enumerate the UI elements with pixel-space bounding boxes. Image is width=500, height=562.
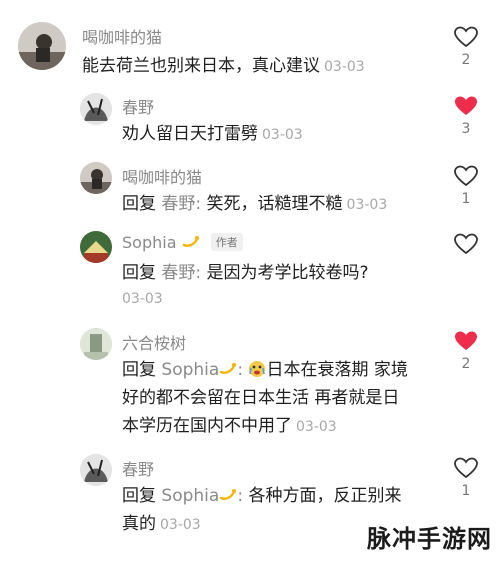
reply-mention[interactable]: Sophia (161, 360, 219, 380)
watermark-text: 脉冲手游网 (367, 526, 492, 553)
comment-author[interactable]: 春野 (122, 456, 154, 480)
comment-time: 03-03 (262, 127, 303, 143)
dizzy-emoji-icon (220, 489, 237, 500)
comment-content-line-1: 各种方面，反正别来 (248, 486, 402, 506)
reply-prefix: 回复 (122, 263, 156, 283)
comment-author[interactable]: 喝咖啡的猫 (122, 164, 202, 188)
avatar[interactable] (80, 328, 112, 360)
comment-time: 03-03 (160, 517, 201, 533)
like-heart-icon[interactable] (454, 457, 478, 479)
like-heart-icon[interactable] (454, 233, 478, 255)
reply-prefix: 回复 (122, 360, 156, 380)
reply-prefix: 回复 (122, 486, 156, 506)
comment-time: 03-03 (296, 419, 337, 435)
comment-content: 是因为考学比较卷吗? (206, 263, 369, 283)
comment-text: 回复 春野: 笑死，话糙理不糙 03-03 (122, 190, 442, 219)
comment-author[interactable]: 喝咖啡的猫 (82, 24, 162, 48)
comment-author[interactable]: 六合桉树 (122, 330, 186, 354)
comment-text: 回复 Sophia : 日本在衰落期 家境 好的都不会留在日本生活 再者就是日 … (122, 356, 442, 441)
comment-line-3: 本学历在国内不中用了 03-03 (122, 412, 442, 441)
comment-author[interactable]: 春野 (122, 94, 154, 118)
comment-author-name[interactable]: Sophia (122, 233, 177, 252)
comment-author: Sophia 作者 (122, 233, 243, 252)
avatar[interactable] (80, 231, 112, 263)
like-count: 1 (461, 191, 471, 207)
like-count: 2 (461, 52, 471, 68)
crying-face-emoji-icon (249, 361, 266, 377)
like-heart-icon[interactable] (454, 26, 478, 48)
reply-mention[interactable]: 春野: (161, 263, 201, 283)
dizzy-emoji-icon (220, 363, 237, 374)
comment-content-line-3: 本学历在国内不中用了 (122, 416, 292, 436)
like-heart-icon-liked[interactable] (454, 95, 478, 117)
avatar[interactable] (80, 93, 112, 125)
like-heart-icon-liked[interactable] (454, 330, 478, 352)
avatar[interactable] (80, 162, 112, 194)
comment-time: 03-03 (346, 197, 388, 213)
like-heart-icon[interactable] (454, 165, 478, 187)
dizzy-emoji-icon (182, 236, 199, 247)
comment-time: 03-03 (122, 291, 163, 307)
like-count: 2 (461, 356, 471, 372)
comment-content: 劝人留日天打雷劈 (122, 124, 258, 144)
reply-mention[interactable]: 春野: (161, 194, 201, 214)
like-count: 3 (461, 121, 471, 137)
comment-content: 能去荷兰也别来日本，真心建议 (82, 56, 320, 76)
comment-content-line-2: 好的都不会留在日本生活 再者就是日 (122, 388, 400, 408)
comment-text: 能去荷兰也别来日本，真心建议 03-03 (82, 52, 442, 81)
comment-content-line-1: 日本在衰落期 家境 (266, 360, 408, 380)
comment-content: 笑死，话糙理不糙 (206, 194, 343, 214)
comment-line-1: 回复 Sophia : 日本在衰落期 家境 (122, 360, 408, 380)
reply-prefix: 回复 (122, 194, 156, 214)
reply-mention[interactable]: Sophia (161, 486, 219, 506)
avatar[interactable] (18, 22, 66, 70)
comment-text: 回复 春野: 是因为考学比较卷吗? (122, 259, 442, 287)
comment-line-1: 回复 Sophia : 各种方面，反正别来 (122, 486, 402, 506)
author-tag-badge: 作者 (210, 233, 243, 251)
like-count: 1 (461, 483, 471, 499)
comment-time: 03-03 (324, 59, 365, 75)
comment-content-line-2: 真的 (122, 514, 156, 534)
avatar[interactable] (80, 454, 112, 486)
comment-text: 劝人留日天打雷劈 03-03 (122, 120, 442, 149)
